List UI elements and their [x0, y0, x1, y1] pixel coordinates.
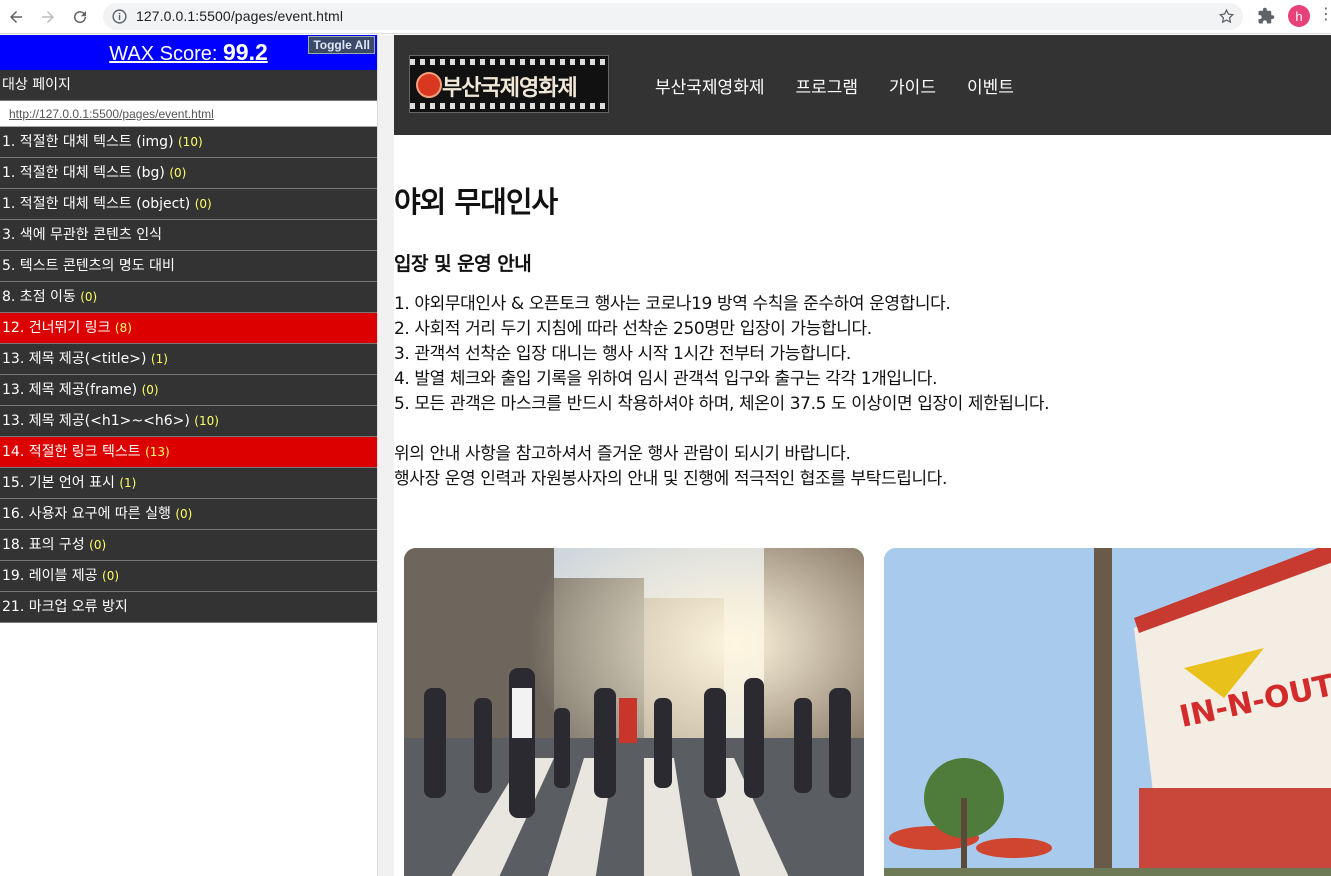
extensions-puzzle-icon[interactable] [1257, 7, 1275, 25]
bookmark-star-icon[interactable] [1218, 8, 1235, 25]
nav-link-program[interactable]: 프로그램 [795, 73, 858, 98]
wax-check-list: 1. 적절한 대체 텍스트 (img) (10) 1. 적절한 대체 텍스트 (b… [0, 127, 377, 623]
target-page-label: 대상 페이지 [2, 77, 71, 93]
wax-check-label: 13. 제목 제공(<title>) [2, 351, 147, 367]
wax-check-count: (0) [175, 507, 193, 521]
wax-check-count: (1) [119, 476, 137, 490]
wax-check-item[interactable]: 1. 적절한 대체 텍스트 (object) (0) [0, 189, 377, 220]
film-strip-bottom [410, 103, 608, 109]
site-header: 부산국제영화제 부산국제영화제 프로그램 가이드 이벤트 [394, 35, 1331, 135]
wax-check-count: (10) [194, 414, 219, 428]
more-menu-icon[interactable]: ⋮ [1318, 4, 1331, 23]
rule-item: 2. 사회적 거리 두기 지침에 따라 선착순 250명만 입장이 가능합니다. [394, 319, 872, 339]
rule-item: 4. 발열 체크와 출입 기록을 위하여 임시 관객석 입구와 출구는 각각 1… [394, 369, 938, 389]
browser-toolbar: 127.0.0.1:5500/pages/event.html h ⋮ [0, 0, 1331, 34]
crosswalk-crowd-photo [404, 548, 864, 876]
url-text[interactable]: 127.0.0.1:5500/pages/event.html [136, 8, 343, 24]
logo-text: 부산국제영화제 [442, 75, 578, 101]
wax-score-value: 99.2 [222, 39, 268, 65]
nav-link-event[interactable]: 이벤트 [967, 73, 1014, 98]
wax-check-count: (0) [102, 569, 120, 583]
wax-check-count: (0) [80, 290, 98, 304]
wax-check-label: 13. 제목 제공(<h1>~<h6>) [2, 413, 190, 429]
main-content: 야외 무대인사 입장 및 운영 안내 1. 야외무대인사 & 오픈토크 행사는 … [394, 179, 1331, 492]
section-subtitle: 입장 및 운영 안내 [394, 253, 532, 275]
wax-check-item[interactable]: 8. 초점 이동 (0) [0, 282, 377, 313]
wax-check-label: 12. 건너뛰기 링크 [2, 320, 111, 336]
notice-line: 행사장 운영 인력과 자원봉사자의 안내 및 진행에 적극적인 협조를 부탁드립… [394, 469, 947, 489]
wax-check-item[interactable]: 19. 레이블 제공 (0) [0, 561, 377, 592]
wax-check-item[interactable]: 1. 적절한 대체 텍스트 (bg) (0) [0, 158, 377, 189]
wax-check-label: 16. 사용자 요구에 따른 실행 [2, 506, 171, 522]
rule-item: 5. 모든 관객은 마스크를 반드시 착용하셔야 하며, 체온이 37.5 도 … [394, 394, 1050, 414]
wax-check-item[interactable]: 1. 적절한 대체 텍스트 (img) (10) [0, 127, 377, 158]
target-page-header[interactable]: 대상 페이지 [0, 70, 377, 101]
wax-scrollbar[interactable] [377, 35, 394, 876]
wax-check-label: 15. 기본 언어 표시 [2, 475, 115, 491]
wax-check-item[interactable]: 18. 표의 구성 (0) [0, 530, 377, 561]
wax-check-label: 14. 적절한 링크 텍스트 [2, 444, 141, 460]
rules-list: 1. 야외무대인사 & 오픈토크 행사는 코로나19 방역 수칙을 준수하여 운… [394, 292, 1331, 417]
site-logo[interactable]: 부산국제영화제 [409, 55, 609, 113]
wax-score[interactable]: WAX Score: 99.2 Toggle All [0, 35, 377, 70]
wax-check-item[interactable]: 3. 색에 무관한 콘텐츠 인식 [0, 220, 377, 251]
wax-check-count: (13) [145, 445, 170, 459]
wax-check-item[interactable]: 12. 건너뛰기 링크 (8) [0, 313, 377, 344]
wax-check-label: 13. 제목 제공(frame) [2, 382, 138, 398]
wax-check-label: 19. 레이블 제공 [2, 568, 98, 584]
page-title: 야외 무대인사 [394, 185, 558, 219]
wax-check-count: (0) [194, 197, 212, 211]
wax-check-item[interactable]: 15. 기본 언어 표시 (1) [0, 468, 377, 499]
rule-item: 3. 관객석 선착순 입장 대니는 행사 시작 1시간 전부터 가능합니다. [394, 344, 851, 364]
wax-check-label: 8. 초점 이동 [2, 289, 76, 305]
wax-check-item[interactable]: 16. 사용자 요구에 따른 실행 (0) [0, 499, 377, 530]
notice-text: 위의 안내 사항을 참고하셔서 즐거운 행사 관람이 되시기 바랍니다. 행사장… [394, 442, 1331, 492]
wax-check-count: (10) [178, 135, 203, 149]
nav-link-biff[interactable]: 부산국제영화제 [655, 73, 764, 98]
wax-check-item[interactable]: 13. 제목 제공(<title>) (1) [0, 344, 377, 375]
in-n-out-photo: IN-N-OUT [884, 548, 1331, 876]
wax-check-label: 1. 적절한 대체 텍스트 (object) [2, 196, 191, 212]
nav-link-guide[interactable]: 가이드 [889, 73, 936, 98]
wax-check-count: (0) [141, 383, 159, 397]
web-page: 부산국제영화제 부산국제영화제 프로그램 가이드 이벤트 야외 무대인사 입장 … [394, 35, 1331, 876]
wax-check-item[interactable]: 14. 적절한 링크 텍스트 (13) [0, 437, 377, 468]
wax-check-label: 18. 표의 구성 [2, 537, 85, 553]
wax-check-count: (0) [89, 538, 107, 552]
wax-panel: WAX Score: 99.2 Toggle All 대상 페이지 http:/… [0, 35, 377, 876]
info-icon[interactable] [111, 8, 128, 25]
wax-check-count: (8) [114, 321, 132, 335]
back-arrow-icon[interactable] [4, 5, 28, 29]
rule-item: 1. 야외무대인사 & 오픈토크 행사는 코로나19 방역 수칙을 준수하여 운… [394, 294, 951, 314]
wax-check-count: (1) [150, 352, 168, 366]
address-bar[interactable]: 127.0.0.1:5500/pages/event.html [103, 3, 1243, 30]
wax-score-label: WAX Score: [109, 43, 218, 65]
forward-arrow-icon[interactable] [36, 5, 60, 29]
target-url-link[interactable]: http://127.0.0.1:5500/pages/event.html [0, 101, 377, 127]
wax-check-label: 1. 적절한 대체 텍스트 (img) [2, 134, 174, 150]
wax-check-label: 21. 마크업 오류 방지 [2, 599, 128, 615]
notice-line: 위의 안내 사항을 참고하셔서 즐거운 행사 관람이 되시기 바랍니다. [394, 444, 851, 464]
reload-icon[interactable] [68, 5, 92, 29]
main-nav: 부산국제영화제 프로그램 가이드 이벤트 [655, 73, 1014, 98]
wax-check-item[interactable]: 13. 제목 제공(<h1>~<h6>) (10) [0, 406, 377, 437]
film-strip-top [410, 59, 608, 65]
film-reel-icon [416, 72, 442, 98]
wax-check-item[interactable]: 5. 텍스트 콘텐츠의 명도 대비 [0, 251, 377, 282]
wax-check-count: (0) [169, 166, 187, 180]
wax-check-item[interactable]: 21. 마크업 오류 방지 [0, 592, 377, 623]
toggle-all-button[interactable]: Toggle All [308, 36, 375, 54]
wax-check-label: 1. 적절한 대체 텍스트 (bg) [2, 165, 165, 181]
wax-check-label: 5. 텍스트 콘텐츠의 명도 대비 [2, 258, 175, 274]
wax-check-label: 3. 색에 무관한 콘텐츠 인식 [2, 227, 162, 243]
profile-avatar[interactable]: h [1288, 5, 1310, 27]
wax-check-item[interactable]: 13. 제목 제공(frame) (0) [0, 375, 377, 406]
